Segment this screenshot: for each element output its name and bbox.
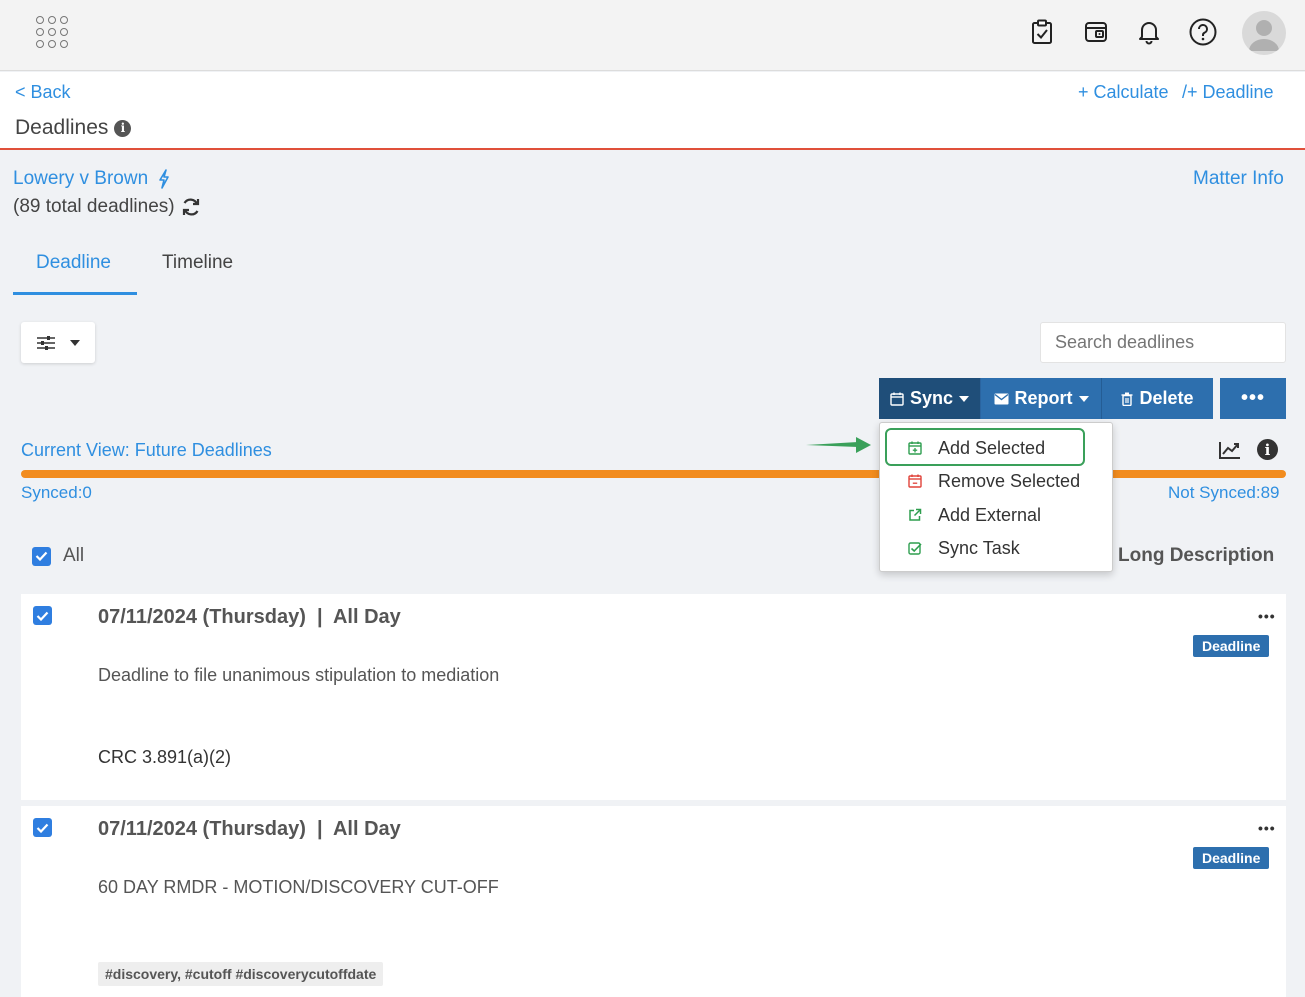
menu-item-add-external[interactable]: Add External <box>880 500 1112 530</box>
deadline-date: 07/11/2024 (Thursday) | All Day <box>98 606 401 628</box>
deadline-checkbox[interactable] <box>33 818 52 837</box>
report-button[interactable]: Report <box>980 378 1101 419</box>
page-header: < Back Deadlines i + Calculate /+ Deadli… <box>0 72 1305 150</box>
deadline-count: (89 total deadlines) <box>13 196 201 218</box>
chevron-down-icon <box>70 339 80 346</box>
sync-button[interactable]: Sync <box>879 378 980 419</box>
deadline-rule: CRC 3.891(a)(2) <box>98 747 232 767</box>
menu-item-label: Sync Task <box>938 537 1020 558</box>
chevron-down-icon <box>959 395 970 402</box>
tab-timeline[interactable]: Timeline <box>162 252 233 274</box>
sync-dropdown-menu: Add Selected Remove Selected Add Externa… <box>879 422 1113 572</box>
apps-grid-icon[interactable] <box>36 16 68 48</box>
chevron-down-icon <box>1078 395 1089 402</box>
more-options-button[interactable]: ••• <box>1220 378 1286 419</box>
info-icon[interactable]: i <box>1257 439 1278 460</box>
delete-button[interactable]: Delete <box>1101 378 1213 419</box>
check-icon <box>36 611 49 621</box>
tab-deadline[interactable]: Deadline <box>36 252 111 274</box>
action-button-group: Sync Report Delete <box>879 378 1213 419</box>
menu-item-label: Add External <box>938 504 1042 525</box>
deadline-tags: #discovery, #cutoff #discoverycutoffdate <box>98 962 384 986</box>
check-icon <box>35 551 48 561</box>
page-title: Deadlines i <box>15 116 132 140</box>
trash-icon <box>1121 392 1133 406</box>
calendar-icon <box>890 392 904 406</box>
help-icon[interactable] <box>1188 18 1218 46</box>
external-link-icon <box>909 508 922 521</box>
user-avatar-icon[interactable] <box>1242 11 1286 55</box>
matter-name-link[interactable]: Lowery v Brown <box>13 168 148 190</box>
refresh-icon[interactable] <box>181 197 201 217</box>
deadline-more-button[interactable]: ••• <box>1258 820 1276 836</box>
deadline-card: 07/11/2024 (Thursday) | All Day ••• Dead… <box>21 806 1286 997</box>
select-all-row: All <box>32 545 84 567</box>
calendar-wallet-icon[interactable] <box>1083 18 1109 46</box>
sliders-icon <box>37 335 55 350</box>
top-bar <box>0 0 1305 71</box>
deadline-type-badge: Deadline <box>1193 847 1270 869</box>
lightning-icon[interactable] <box>158 169 170 189</box>
bell-icon[interactable] <box>1136 18 1162 46</box>
menu-item-label: Remove Selected <box>938 470 1081 491</box>
deadline-more-button[interactable]: ••• <box>1258 608 1276 624</box>
line-chart-icon[interactable] <box>1218 440 1242 460</box>
matter-info-link[interactable]: Matter Info <box>1193 168 1284 190</box>
menu-item-add-selected[interactable]: Add Selected <box>880 433 1112 463</box>
sync-button-label: Sync <box>909 388 954 408</box>
matter-name: Lowery v Brown <box>13 168 170 190</box>
arrow-annotation-icon <box>806 437 871 453</box>
deadline-description: 60 DAY RMDR - MOTION/DISCOVERY CUT-OFF <box>98 877 499 897</box>
menu-item-remove-selected[interactable]: Remove Selected <box>880 466 1112 496</box>
menu-item-label: Add Selected <box>938 437 1046 458</box>
calendar-plus-icon <box>908 441 922 455</box>
menu-item-sync-task[interactable]: Sync Task <box>880 533 1112 563</box>
tasks-clipboard-icon[interactable] <box>1029 18 1055 46</box>
delete-button-label: Delete <box>1139 388 1194 408</box>
current-view-link[interactable]: Current View: Future Deadlines <box>21 440 272 461</box>
deadline-type-badge: Deadline <box>1193 635 1270 657</box>
deadline-checkbox[interactable] <box>33 606 52 625</box>
back-link[interactable]: < Back <box>15 82 71 103</box>
page-title-text: Deadlines <box>15 116 109 139</box>
calculate-link[interactable]: + Calculate <box>1078 82 1169 103</box>
envelope-icon <box>994 393 1008 404</box>
select-all-checkbox[interactable] <box>32 546 51 566</box>
deadline-date: 07/11/2024 (Thursday) | All Day <box>98 818 401 840</box>
deadline-count-text: (89 total deadlines) <box>13 196 175 217</box>
filter-dropdown-button[interactable] <box>21 322 95 363</box>
deadline-card: 07/11/2024 (Thursday) | All Day ••• Dead… <box>21 594 1286 800</box>
active-tab-indicator <box>13 292 137 295</box>
not-synced-count: Not Synced:89 <box>1168 483 1280 502</box>
report-button-label: Report <box>1014 388 1073 408</box>
select-all-label: All <box>63 545 85 566</box>
deadline-description: Deadline to file unanimous stipulation t… <box>98 665 500 685</box>
calendar-minus-icon <box>908 474 922 488</box>
check-square-icon <box>908 542 922 555</box>
synced-count: Synced:0 <box>21 483 92 502</box>
info-icon[interactable]: i <box>114 119 132 137</box>
long-description-column-header[interactable]: Long Description <box>1118 545 1274 567</box>
search-input[interactable] <box>1040 322 1286 363</box>
add-deadline-link[interactable]: /+ Deadline <box>1182 82 1274 103</box>
check-icon <box>36 823 49 833</box>
